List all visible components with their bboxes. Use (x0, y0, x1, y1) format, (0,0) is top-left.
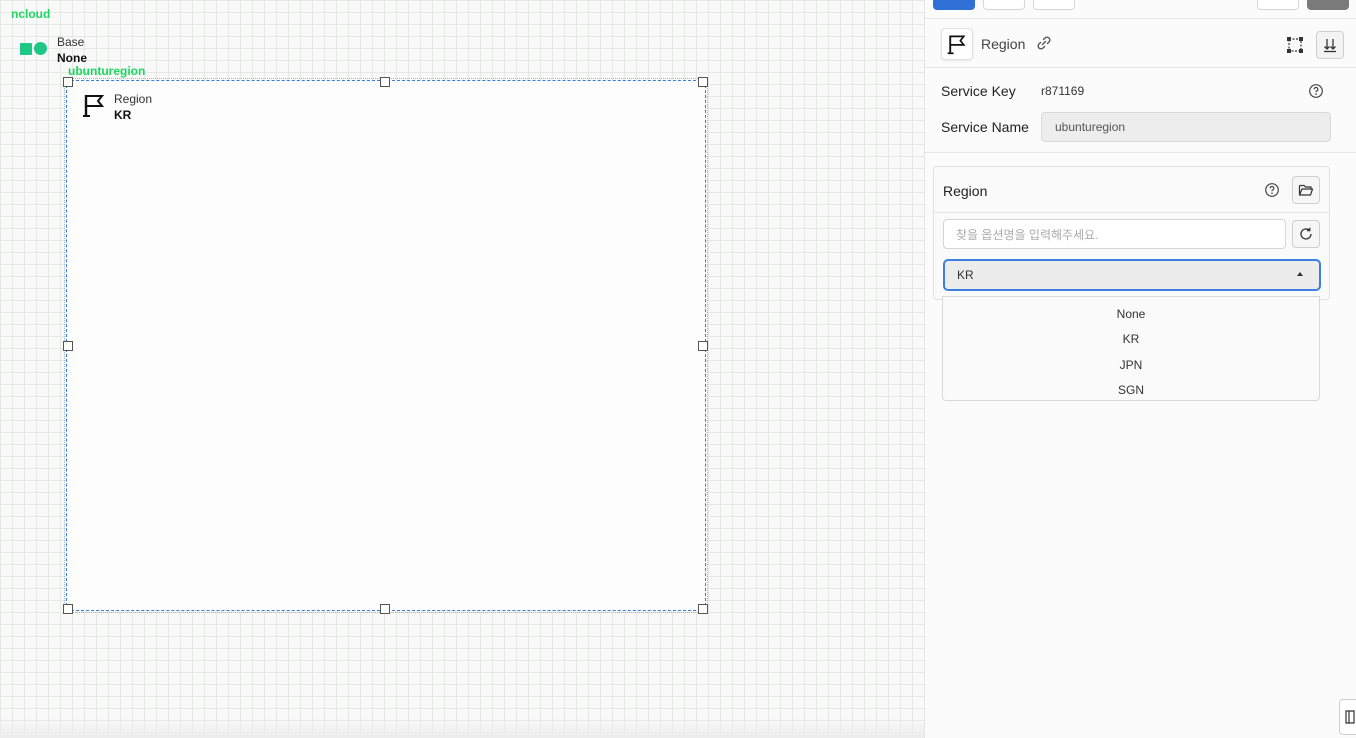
region-section: Region 찾을 옵션명을 입력해주세요. KR (933, 166, 1330, 300)
flag-icon (83, 95, 105, 117)
panel-header: Region (925, 18, 1356, 68)
resize-handle-n[interactable] (380, 77, 390, 87)
toolbar-tab-2[interactable] (983, 0, 1025, 10)
dropdown-option[interactable]: SGN (943, 378, 1319, 404)
resize-handle-s[interactable] (380, 604, 390, 614)
resize-handle-sw[interactable] (63, 604, 73, 614)
region-section-title: Region (943, 183, 988, 199)
divider (925, 152, 1356, 153)
resize-handle-e[interactable] (698, 341, 708, 351)
canvas-scroll-strip (0, 718, 924, 738)
folder-open-icon[interactable] (1292, 176, 1320, 204)
toolbar-tab-3[interactable] (1033, 0, 1075, 10)
top-toolbar (933, 0, 1349, 10)
resize-handle-w[interactable] (63, 341, 73, 351)
collapse-panel-icon[interactable] (1339, 699, 1356, 735)
base-node[interactable]: Base None (20, 34, 87, 66)
service-name-label: Service Name (941, 119, 1029, 135)
diagram-canvas[interactable]: ncloud Base None ubunturegion Region KR (0, 0, 924, 738)
service-key-value: r871169 (1041, 84, 1085, 98)
link-icon[interactable] (1036, 35, 1052, 56)
resize-handle-ne[interactable] (698, 77, 708, 87)
base-node-label: Base (57, 35, 85, 49)
service-name-row: Service Name ubunturegion (941, 112, 1331, 142)
region-node-value: KR (114, 108, 132, 122)
region-dropdown: None KR JPN SGN (942, 296, 1320, 401)
service-key-row: Service Key r871169 (941, 83, 1084, 99)
sort-down-icon[interactable] (1316, 31, 1344, 59)
help-icon[interactable] (1308, 83, 1324, 104)
region-node-label: Region (114, 92, 153, 106)
refresh-icon[interactable] (1292, 220, 1320, 248)
toolbar-tab-5[interactable] (1307, 0, 1349, 10)
region-select-value: KR (957, 268, 974, 282)
dropdown-option[interactable]: JPN (943, 352, 1319, 378)
toolbar-tab-active[interactable] (933, 0, 975, 10)
region-select[interactable]: KR (943, 259, 1321, 291)
header-flag-icon (941, 28, 973, 60)
canvas-title: ncloud (11, 7, 51, 21)
caret-up-icon (1297, 272, 1303, 276)
base-logo-icon (20, 42, 47, 55)
panel-title: Region (981, 36, 1026, 52)
help-icon[interactable] (1264, 182, 1280, 203)
service-name-field[interactable]: ubunturegion (1041, 112, 1331, 142)
option-search-input[interactable]: 찾을 옵션명을 입력해주세요. (943, 219, 1286, 249)
dropdown-option[interactable]: KR (943, 327, 1319, 353)
bounding-box-icon[interactable] (1281, 31, 1309, 59)
resize-handle-se[interactable] (698, 604, 708, 614)
resize-handle-nw[interactable] (63, 77, 73, 87)
service-key-label: Service Key (941, 83, 1016, 99)
toolbar-tab-4[interactable] (1257, 0, 1299, 10)
dropdown-option[interactable]: None (943, 301, 1319, 327)
region-node-name: ubunturegion (68, 64, 146, 78)
properties-panel: Region Service Key r871169 Service Name … (924, 0, 1356, 738)
region-node[interactable]: Region KR (64, 78, 708, 613)
